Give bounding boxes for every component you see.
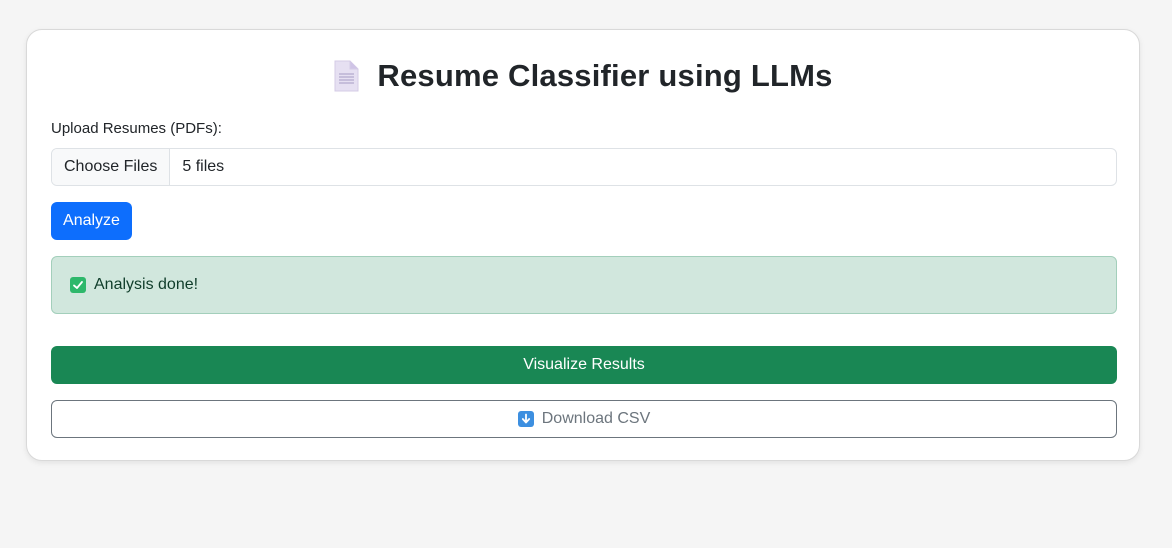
success-alert: Analysis done!: [51, 256, 1117, 314]
file-status-text: 5 files: [182, 158, 225, 175]
page-title: Resume Classifier using LLMs: [377, 58, 833, 93]
upload-label: Upload Resumes (PDFs):: [51, 120, 222, 137]
check-mark-icon: [70, 277, 86, 293]
visualize-results-button[interactable]: Visualize Results: [51, 346, 1117, 384]
alert-message: Analysis done!: [94, 276, 199, 293]
header: Resume Classifier using LLMs: [27, 58, 1139, 94]
analyze-button[interactable]: Analyze: [51, 202, 132, 240]
download-csv-button[interactable]: Download CSV: [51, 400, 1117, 438]
choose-files-button[interactable]: Choose Files: [52, 149, 171, 185]
main-card: Resume Classifier using LLMs Upload Resu…: [26, 29, 1140, 461]
download-csv-label: Download CSV: [541, 410, 651, 427]
file-upload-input[interactable]: Choose Files 5 files: [51, 148, 1117, 186]
down-arrow-icon: [517, 411, 534, 427]
document-icon: [333, 60, 359, 92]
